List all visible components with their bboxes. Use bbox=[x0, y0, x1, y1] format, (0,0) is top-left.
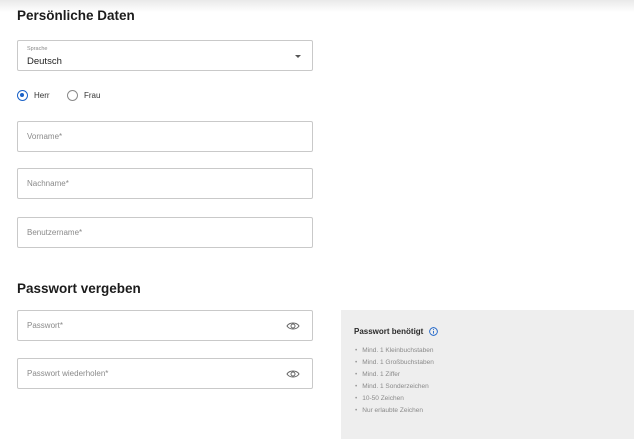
info-icon[interactable] bbox=[429, 327, 439, 336]
language-label: Sprache bbox=[27, 46, 48, 52]
requirement-item: 10-50 Zeichen bbox=[355, 393, 434, 405]
radio-selected-icon bbox=[17, 90, 28, 101]
requirement-item: Mind. 1 Großbuchstaben bbox=[355, 357, 434, 369]
language-value: Deutsch bbox=[27, 56, 62, 67]
language-select[interactable]: Sprache Deutsch bbox=[17, 40, 313, 71]
requirement-item: Mind. 1 Sonderzeichen bbox=[355, 381, 434, 393]
requirement-item: Nur erlaubte Zeichen bbox=[355, 405, 434, 417]
username-field[interactable]: Benutzername* bbox=[17, 217, 313, 248]
first-name-placeholder: Vorname* bbox=[27, 132, 63, 141]
requirements-list: Mind. 1 Kleinbuchstaben Mind. 1 Großbuch… bbox=[355, 345, 434, 417]
last-name-field[interactable]: Nachname* bbox=[17, 168, 313, 199]
password-heading: Passwort vergeben bbox=[17, 281, 141, 296]
salutation-herr-radio[interactable]: Herr bbox=[17, 90, 50, 101]
password-repeat-field[interactable]: Passwort wiederholen* bbox=[17, 358, 313, 389]
salutation-herr-label: Herr bbox=[34, 91, 50, 100]
username-placeholder: Benutzername* bbox=[27, 228, 83, 237]
salutation-frau-label: Frau bbox=[84, 91, 101, 100]
password-field[interactable]: Passwort* bbox=[17, 310, 313, 341]
first-name-field[interactable]: Vorname* bbox=[17, 121, 313, 152]
personal-data-heading: Persönliche Daten bbox=[17, 8, 135, 23]
radio-unselected-icon bbox=[67, 90, 78, 101]
eye-icon[interactable] bbox=[286, 368, 300, 380]
salutation-frau-radio[interactable]: Frau bbox=[67, 90, 100, 101]
requirement-item: Mind. 1 Ziffer bbox=[355, 369, 434, 381]
chevron-down-icon bbox=[295, 55, 301, 58]
last-name-placeholder: Nachname* bbox=[27, 179, 69, 188]
requirements-title-row: Passwort benötigt bbox=[354, 327, 439, 336]
password-requirements-panel: Passwort benötigt Mind. 1 Kleinbuchstabe… bbox=[341, 310, 634, 439]
requirement-item: Mind. 1 Kleinbuchstaben bbox=[355, 345, 434, 357]
requirements-title: Passwort benötigt bbox=[354, 327, 424, 336]
password-repeat-placeholder: Passwort wiederholen* bbox=[27, 369, 109, 378]
password-placeholder: Passwort* bbox=[27, 321, 64, 330]
eye-icon[interactable] bbox=[286, 320, 300, 332]
